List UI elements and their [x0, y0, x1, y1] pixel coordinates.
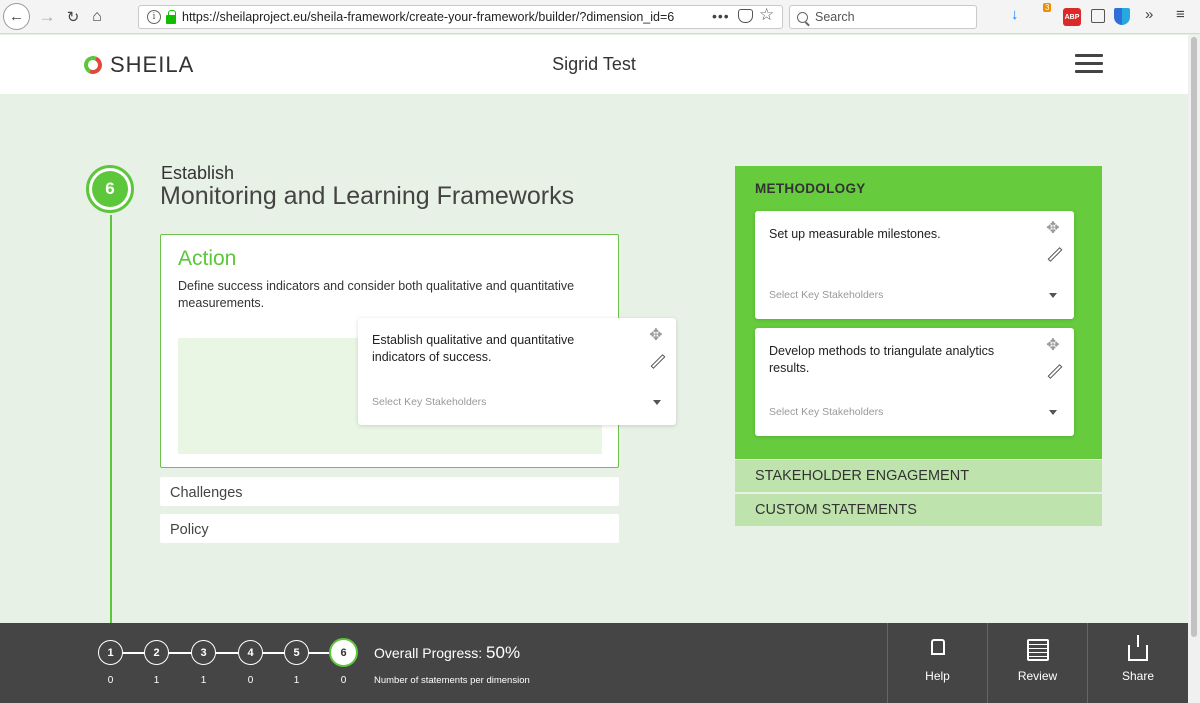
move-icon[interactable]: ✥ — [1045, 221, 1061, 237]
section-policy[interactable]: Policy — [160, 514, 619, 543]
dimension-title: Monitoring and Learning Frameworks — [160, 182, 575, 210]
progress-step-2[interactable]: 2 — [144, 640, 169, 665]
move-icon[interactable]: ✥ — [1045, 338, 1061, 354]
help-label: Help — [925, 669, 950, 683]
download-icon[interactable]: ↓ — [1011, 6, 1019, 23]
move-icon[interactable]: ✥ — [648, 328, 664, 344]
overall-progress-label: Overall Progress: — [374, 645, 483, 661]
site-header: SHEILA Sigrid Test — [0, 35, 1188, 94]
overflow-chevron-icon[interactable]: » — [1145, 6, 1153, 23]
page-scrollbar[interactable] — [1188, 35, 1200, 703]
stakeholder-select[interactable]: Select Key Stakeholders — [372, 396, 486, 408]
stakeholder-select[interactable]: Select Key Stakeholders — [769, 406, 883, 418]
help-button[interactable]: Help — [887, 623, 987, 703]
scroll-thumb[interactable] — [1191, 37, 1197, 637]
progress-bar-footer: 1 2 3 4 5 6 0 1 1 0 1 0 Overall Progress… — [0, 623, 1188, 703]
step-count: 0 — [340, 675, 347, 686]
timeline-line — [110, 215, 112, 625]
hamburger-menu-icon[interactable] — [1075, 54, 1103, 74]
shield-extension-icon[interactable] — [1114, 8, 1130, 25]
statement-text: Develop methods to triangulate analytics… — [769, 344, 995, 375]
stakeholder-select[interactable]: Select Key Stakeholders — [769, 289, 883, 301]
step-count: 1 — [293, 675, 300, 686]
browser-menu-icon[interactable]: ≡ — [1176, 6, 1185, 23]
browser-search-input[interactable]: Search — [789, 5, 977, 29]
extension-icon[interactable]: 3 — [1035, 3, 1057, 26]
progress-step-4[interactable]: 4 — [238, 640, 263, 665]
step-count: 1 — [200, 675, 207, 686]
step-count: 0 — [247, 675, 254, 686]
back-arrow-icon[interactable]: ← — [3, 3, 30, 30]
search-icon — [797, 11, 808, 23]
search-placeholder: Search — [815, 10, 855, 24]
statement-card[interactable]: Develop methods to triangulate analytics… — [755, 328, 1074, 436]
chevron-down-icon[interactable] — [1049, 410, 1057, 415]
action-description: Define success indicators and consider b… — [178, 279, 575, 310]
browser-toolbar: ← → ↻ ⌂ i https://sheilaproject.eu/sheil… — [0, 0, 1200, 34]
share-label: Share — [1121, 669, 1155, 683]
chevron-down-icon[interactable] — [653, 400, 661, 405]
overall-progress-value: 50% — [486, 643, 521, 662]
section-challenges[interactable]: Challenges — [160, 477, 619, 506]
extension-badge: 3 — [1043, 3, 1052, 12]
bookmark-star-icon[interactable]: ☆ — [759, 5, 774, 25]
tab-stakeholder-engagement[interactable]: STAKEHOLDER ENGAGEMENT — [735, 460, 1102, 492]
address-bar[interactable]: i https://sheilaproject.eu/sheila-framew… — [138, 5, 783, 29]
edit-pencil-icon[interactable] — [650, 354, 664, 368]
share-button[interactable]: Share — [1087, 623, 1188, 703]
review-label: Review — [1017, 669, 1058, 683]
forward-arrow-icon[interactable]: → — [34, 4, 60, 30]
user-name: Sigrid Test — [552, 54, 636, 74]
action-title: Action — [178, 247, 237, 270]
progress-step-5[interactable]: 5 — [284, 640, 309, 665]
site-info-icon[interactable]: i — [147, 10, 161, 24]
lock-icon — [166, 9, 176, 24]
chevron-down-icon[interactable] — [1049, 293, 1057, 298]
progress-step-1[interactable]: 1 — [98, 640, 123, 665]
dimension-number-badge: 6 — [86, 165, 134, 213]
statement-card[interactable]: Set up measurable milestones. ✥ Select K… — [755, 211, 1074, 319]
help-icon — [930, 639, 945, 655]
overall-progress: Overall Progress: 50% — [374, 643, 520, 663]
edit-pencil-icon[interactable] — [1047, 364, 1061, 378]
adblock-icon[interactable]: ABP — [1063, 8, 1081, 26]
reload-icon[interactable]: ↻ — [60, 4, 86, 30]
share-icon — [1128, 635, 1148, 661]
methodology-panel: METHODOLOGY Set up measurable milestones… — [735, 166, 1102, 459]
home-icon[interactable]: ⌂ — [84, 4, 110, 30]
dragged-statement-card[interactable]: Establish qualitative and quantitative i… — [358, 318, 676, 425]
reader-view-icon[interactable] — [1091, 9, 1105, 23]
progress-step-6[interactable]: 6 — [329, 638, 358, 667]
url-text: https://sheilaproject.eu/sheila-framewor… — [182, 10, 675, 24]
pocket-icon[interactable] — [738, 9, 753, 23]
page-actions-icon[interactable]: ••• — [712, 8, 730, 24]
statement-text: Set up measurable milestones. — [769, 227, 941, 241]
step-count: 1 — [153, 675, 160, 686]
review-document-icon — [1026, 639, 1049, 661]
progress-step-3[interactable]: 3 — [191, 640, 216, 665]
edit-pencil-icon[interactable] — [1047, 247, 1061, 261]
dimension-pretitle: Establish — [161, 163, 235, 183]
dimension-number: 6 — [92, 171, 128, 207]
tab-custom-statements[interactable]: CUSTOM STATEMENTS — [735, 494, 1102, 526]
review-button[interactable]: Review — [987, 623, 1087, 703]
progress-caption: Number of statements per dimension — [374, 675, 530, 686]
methodology-heading[interactable]: METHODOLOGY — [755, 181, 866, 196]
step-count: 0 — [107, 675, 114, 686]
statement-text: Establish qualitative and quantitative i… — [372, 333, 575, 364]
